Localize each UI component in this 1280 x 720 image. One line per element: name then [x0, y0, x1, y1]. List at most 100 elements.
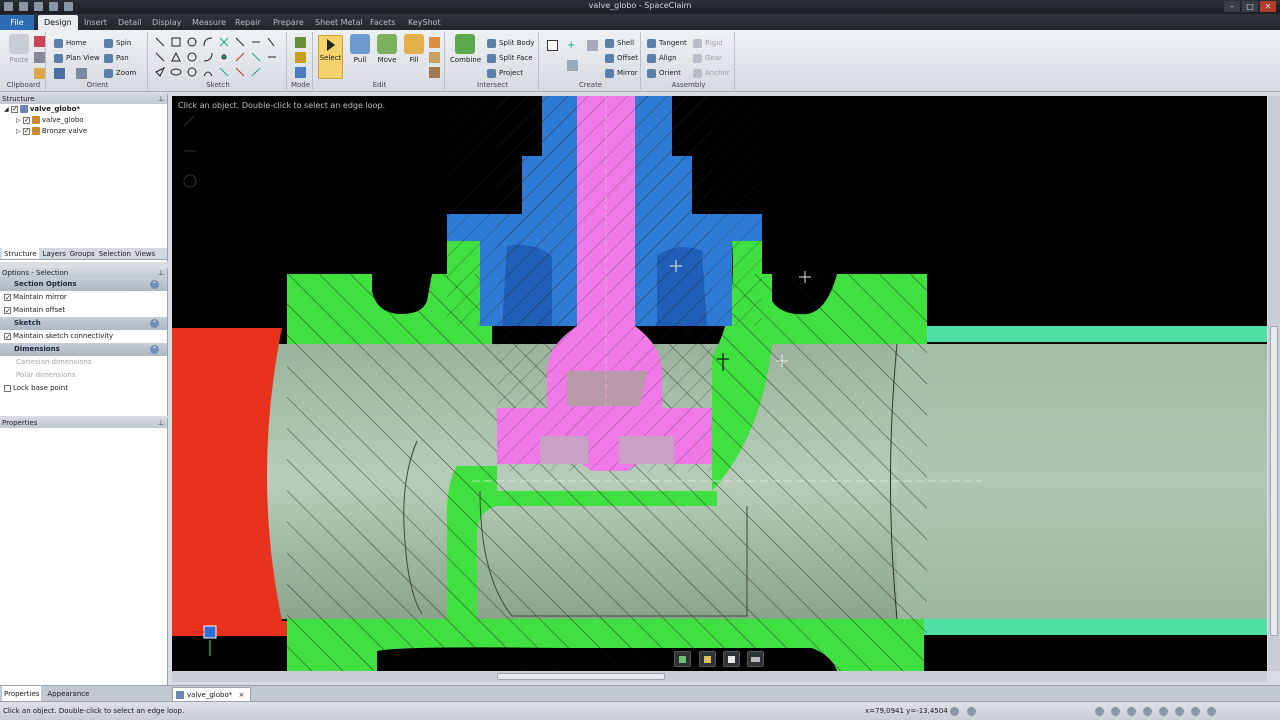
plan-view-button[interactable]: Plan View [54, 52, 100, 64]
tree-item-root[interactable]: ◢ valve_globo* [0, 104, 167, 115]
move-button[interactable]: Move [372, 34, 402, 64]
grid-icon[interactable] [1191, 707, 1200, 716]
lock-base-option[interactable]: Lock base point [0, 382, 167, 395]
polar-option[interactable]: Polar dimensions [0, 369, 167, 382]
pin-icon[interactable]: ⊥ [158, 418, 164, 428]
anchor-button[interactable]: Anchor [693, 67, 730, 79]
tab-detail[interactable]: Detail [112, 15, 148, 30]
tab-views[interactable]: Views [135, 248, 155, 259]
tree-item-component[interactable]: ▷ Bronze valve [0, 126, 167, 137]
paste-button[interactable]: Paste [4, 34, 34, 64]
tab-file[interactable]: File [0, 15, 34, 30]
info-icon[interactable] [967, 707, 976, 716]
point-icon[interactable] [587, 40, 598, 51]
tab-properties[interactable]: Properties [2, 686, 42, 701]
blend-icon[interactable] [429, 37, 440, 48]
render-icon[interactable] [1159, 707, 1168, 716]
tab-measure[interactable]: Measure [186, 15, 232, 30]
visibility-checkbox[interactable] [22, 126, 30, 137]
mirror-button[interactable]: Mirror [605, 67, 638, 79]
cut-icon[interactable] [34, 36, 45, 47]
mini-toolbar-edit-icon[interactable] [699, 651, 716, 667]
maintain-offset-checkbox[interactable] [4, 305, 11, 318]
pan-button[interactable]: Pan [104, 52, 129, 64]
split-body-button[interactable]: Split Body [487, 37, 534, 49]
display-style-icon[interactable] [1143, 707, 1152, 716]
tab-keyshot[interactable]: KeyShot [402, 15, 447, 30]
mini-toolbar-select-icon[interactable] [674, 651, 691, 667]
tab-prepare[interactable]: Prepare [267, 15, 310, 30]
tweak-face-icon[interactable] [429, 67, 440, 78]
cartesian-option[interactable]: Cartesian dimensions [0, 356, 167, 369]
navigation-icon[interactable] [1095, 707, 1104, 716]
tab-insert[interactable]: Insert [78, 15, 113, 30]
collapse-icon[interactable]: ⌃ [150, 345, 159, 354]
3d-mode-icon[interactable] [295, 67, 306, 78]
close-tab-icon[interactable]: × [238, 691, 244, 699]
axis-icon[interactable]: + [567, 40, 578, 51]
zoom-button[interactable]: Zoom [104, 67, 136, 79]
doc-tab-valve-globo[interactable]: valve_globo* × [172, 687, 252, 701]
pin-icon[interactable]: ⊥ [158, 94, 164, 104]
horizontal-scrollbar[interactable] [172, 671, 1267, 682]
combine-button[interactable]: Combine [450, 34, 481, 64]
mini-toolbar-pull-icon[interactable] [723, 651, 740, 667]
offset-button[interactable]: Offset [605, 52, 638, 64]
section-mode-icon[interactable] [295, 52, 306, 63]
view-cube-icon[interactable] [54, 68, 65, 79]
design-viewport[interactable]: Click an object. Double-click to select … [172, 96, 1267, 671]
maintain-offset-option[interactable]: Maintain offset [0, 304, 167, 318]
collapse-icon[interactable]: ⌃ [150, 280, 159, 289]
format-painter-icon[interactable] [34, 68, 45, 79]
select-mode-icon[interactable] [1127, 707, 1136, 716]
maintain-mirror-checkbox[interactable] [4, 292, 11, 305]
tab-design[interactable]: Design [38, 15, 78, 30]
minimize-icon[interactable]: – [1224, 1, 1240, 12]
orient-constraint-button[interactable]: Orient [647, 67, 681, 79]
spin-button[interactable]: Spin [104, 37, 131, 49]
tab-display[interactable]: Display [146, 15, 188, 30]
view-options-icon[interactable] [76, 68, 87, 79]
sketch-section-header[interactable]: Sketch ⌃ [0, 317, 167, 330]
copy-icon[interactable] [34, 52, 45, 63]
zoom-extents-icon[interactable] [1175, 707, 1184, 716]
visibility-checkbox[interactable] [10, 104, 18, 115]
pull-button[interactable]: Pull [345, 34, 375, 64]
pin-icon[interactable]: ⊥ [158, 268, 164, 278]
close-icon[interactable]: ✕ [1260, 1, 1276, 12]
snap-icon[interactable] [1207, 707, 1216, 716]
origin-icon[interactable] [567, 60, 578, 71]
select-button[interactable]: Select [318, 35, 343, 79]
gear-button[interactable]: Gear [693, 52, 722, 64]
lock-base-checkbox[interactable] [4, 384, 11, 392]
rigid-button[interactable]: Rigid [693, 37, 723, 49]
selection-filter-icon[interactable] [950, 707, 959, 716]
fill-button[interactable]: Fill [399, 34, 429, 64]
align-button[interactable]: Align [647, 52, 677, 64]
sketch-tools[interactable] [154, 36, 284, 80]
visibility-checkbox[interactable] [22, 115, 30, 126]
maintain-mirror-option[interactable]: Maintain mirror [0, 291, 167, 305]
tree-item-component[interactable]: ▷ valve_globo [0, 115, 167, 126]
vertical-scrollbar[interactable] [1268, 96, 1280, 671]
mini-toolbar-options-icon[interactable] [747, 651, 764, 667]
plane-icon[interactable] [547, 40, 558, 51]
maintain-sketch-checkbox[interactable] [4, 331, 11, 344]
tab-repair[interactable]: Repair [229, 15, 267, 30]
project-button[interactable]: Project [487, 67, 523, 79]
maximize-icon[interactable]: □ [1242, 1, 1258, 12]
section-view-graphic[interactable] [172, 96, 1267, 671]
tab-structure[interactable]: Structure [2, 248, 39, 259]
dimensions-section-header[interactable]: Dimensions ⌃ [0, 343, 167, 356]
collapse-icon[interactable]: ⌃ [150, 319, 159, 328]
tab-groups[interactable]: Groups [70, 248, 95, 259]
tab-sheet-metal[interactable]: Sheet Metal [309, 15, 369, 30]
tab-facets[interactable]: Facets [364, 15, 401, 30]
shell-button[interactable]: Shell [605, 37, 634, 49]
tab-selection[interactable]: Selection [99, 248, 131, 259]
sketch-mode-icon[interactable] [295, 37, 306, 48]
tab-appearance[interactable]: Appearance [47, 686, 89, 701]
tab-layers[interactable]: Layers [43, 248, 66, 259]
tangent-button[interactable]: Tangent [647, 37, 687, 49]
split-face-button[interactable]: Split Face [487, 52, 533, 64]
